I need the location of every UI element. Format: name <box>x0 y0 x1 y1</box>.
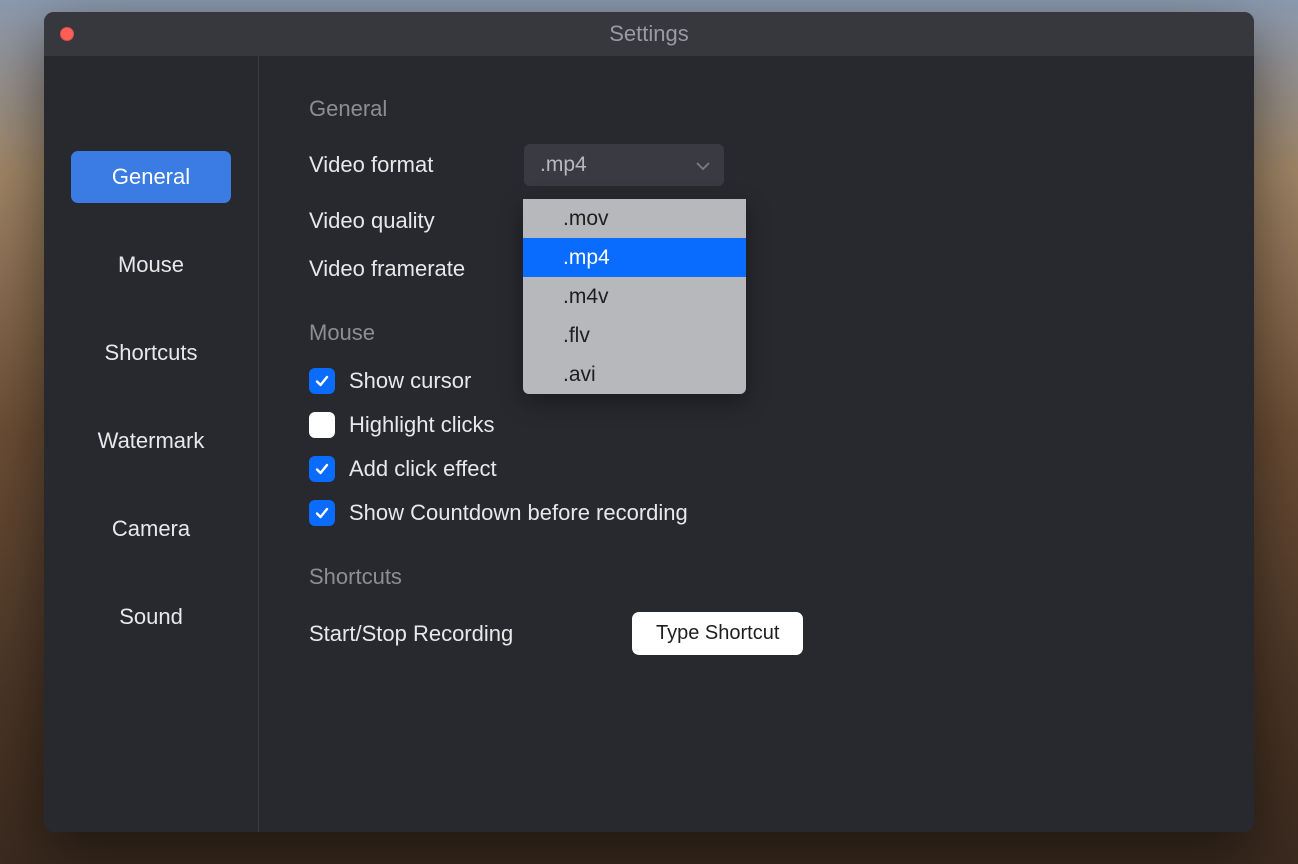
sidebar-item-camera[interactable]: Camera <box>71 503 231 555</box>
section-header-general: General <box>309 96 1204 122</box>
checkbox-highlight-clicks[interactable] <box>309 412 335 438</box>
sidebar-item-sound[interactable]: Sound <box>71 591 231 643</box>
check-icon <box>314 461 330 477</box>
dropdown-option-avi[interactable]: .avi <box>523 355 746 394</box>
row-show-cursor: Show cursor <box>309 368 1204 394</box>
dropdown-option-flv[interactable]: .flv <box>523 316 746 355</box>
row-start-stop: Start/Stop Recording Type Shortcut <box>309 612 1204 655</box>
dropdown-option-label: .mov <box>563 207 609 231</box>
label-show-countdown: Show Countdown before recording <box>349 500 688 526</box>
sidebar-item-general[interactable]: General <box>71 151 231 203</box>
chevron-down-icon <box>696 153 710 177</box>
row-show-countdown: Show Countdown before recording <box>309 500 1204 526</box>
sidebar-item-label: Watermark <box>98 428 205 454</box>
titlebar: Settings <box>44 12 1254 56</box>
checkbox-add-click-effect[interactable] <box>309 456 335 482</box>
sidebar-item-mouse[interactable]: Mouse <box>71 239 231 291</box>
sidebar-item-watermark[interactable]: Watermark <box>71 415 231 467</box>
label-start-stop: Start/Stop Recording <box>309 621 524 647</box>
dropdown-option-m4v[interactable]: .m4v <box>523 277 746 316</box>
row-video-framerate: Video framerate <box>309 256 1204 282</box>
label-highlight-clicks: Highlight clicks <box>349 412 495 438</box>
label-video-quality: Video quality <box>309 208 524 234</box>
label-video-framerate: Video framerate <box>309 256 524 282</box>
main-panel: General Video format .mp4 Video quality … <box>259 56 1254 832</box>
dropdown-option-mp4[interactable]: .mp4 <box>523 238 746 277</box>
select-value: .mp4 <box>540 153 587 177</box>
content-area: General Mouse Shortcuts Watermark Camera… <box>44 56 1254 832</box>
section-header-shortcuts: Shortcuts <box>309 564 1204 590</box>
dropdown-option-label: .m4v <box>563 285 609 309</box>
sidebar-item-label: Mouse <box>118 252 184 278</box>
sidebar-item-label: Sound <box>119 604 183 630</box>
settings-window: Settings General Mouse Shortcuts Waterma… <box>44 12 1254 832</box>
sidebar: General Mouse Shortcuts Watermark Camera… <box>44 56 259 832</box>
row-video-quality: Video quality <box>309 208 1204 234</box>
row-add-click-effect: Add click effect <box>309 456 1204 482</box>
check-icon <box>314 505 330 521</box>
section-header-mouse: Mouse <box>309 320 1204 346</box>
label-show-cursor: Show cursor <box>349 368 471 394</box>
checkbox-show-cursor[interactable] <box>309 368 335 394</box>
window-title: Settings <box>609 21 689 47</box>
label-video-format: Video format <box>309 152 524 178</box>
row-highlight-clicks: Highlight clicks <box>309 412 1204 438</box>
sidebar-item-label: Shortcuts <box>105 340 198 366</box>
dropdown-option-label: .mp4 <box>563 246 610 270</box>
label-add-click-effect: Add click effect <box>349 456 497 482</box>
select-video-format[interactable]: .mp4 <box>524 144 724 186</box>
row-video-format: Video format .mp4 <box>309 144 1204 186</box>
dropdown-option-label: .flv <box>563 324 590 348</box>
sidebar-item-label: Camera <box>112 516 190 542</box>
dropdown-option-label: .avi <box>563 363 596 387</box>
checkbox-show-countdown[interactable] <box>309 500 335 526</box>
sidebar-item-shortcuts[interactable]: Shortcuts <box>71 327 231 379</box>
close-button[interactable] <box>60 27 74 41</box>
dropdown-video-format: .mov .mp4 .m4v .flv .avi <box>523 199 746 394</box>
check-icon <box>314 373 330 389</box>
type-shortcut-button[interactable]: Type Shortcut <box>632 612 803 655</box>
sidebar-item-label: General <box>112 164 190 190</box>
dropdown-option-mov[interactable]: .mov <box>523 199 746 238</box>
